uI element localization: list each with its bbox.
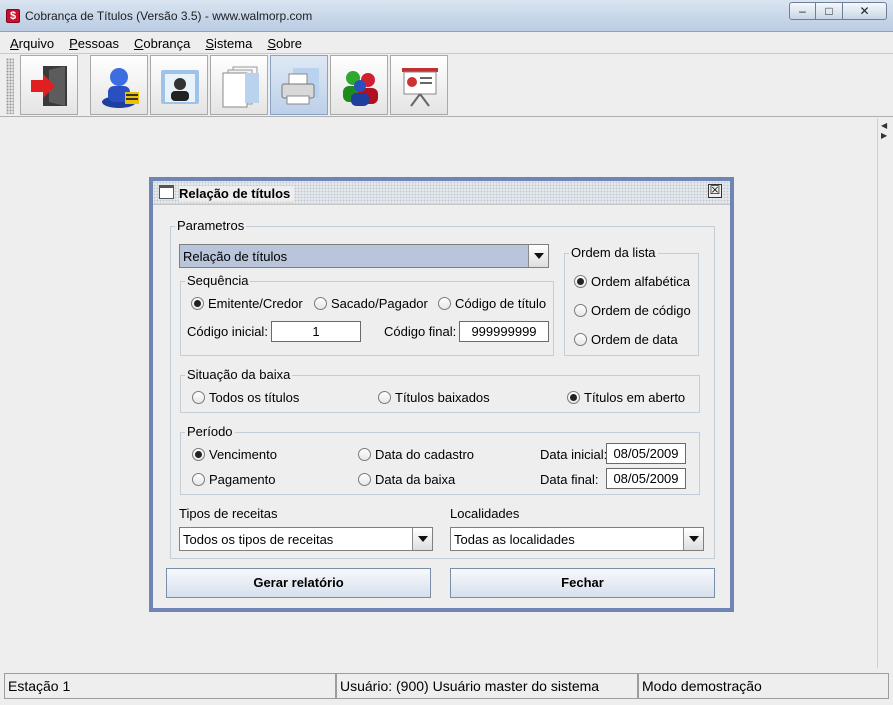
radio-ordem-codigo[interactable] xyxy=(574,304,587,317)
data-final-label: Data final: xyxy=(540,472,599,487)
exit-door-icon xyxy=(31,66,67,106)
toolbar-grip[interactable] xyxy=(6,58,14,114)
tipos-receitas-value: Todos os tipos de receitas xyxy=(183,532,334,547)
radio-todos-titulos[interactable] xyxy=(192,391,205,404)
radio-data-cadastro[interactable] xyxy=(358,448,371,461)
sequencia-legend: Sequência xyxy=(185,273,251,289)
menu-arquivo[interactable]: Arquivo xyxy=(8,36,56,51)
minimize-button[interactable]: – xyxy=(789,2,816,20)
report-type-combo[interactable]: Relação de títulos xyxy=(179,244,549,268)
sacado-button[interactable] xyxy=(150,55,208,115)
parametros-group: Parametros Relação de títulos Sequência … xyxy=(170,218,715,559)
radio-emitente-credor[interactable] xyxy=(191,297,204,310)
radio-data-cadastro-label: Data do cadastro xyxy=(375,447,475,462)
printer-icon xyxy=(281,68,319,105)
scroll-up-arrow[interactable]: ◀ xyxy=(881,122,887,130)
codigo-inicial-input[interactable]: 1 xyxy=(271,321,361,342)
menu-pessoas[interactable]: Pessoas xyxy=(67,36,121,51)
radio-data-baixa-label: Data da baixa xyxy=(375,472,456,487)
user-card-icon xyxy=(102,68,139,108)
codigo-final-label: Código final: xyxy=(384,324,457,339)
situacao-baixa-legend: Situação da baixa xyxy=(185,367,293,383)
status-estacao: Estação 1 xyxy=(4,673,336,699)
radio-ordem-alfabetica-label: Ordem alfabética xyxy=(591,274,690,289)
users-group-icon xyxy=(343,71,378,106)
radio-titulos-baixados[interactable] xyxy=(378,391,391,404)
radio-sacado-pagador-label: Sacado/Pagador xyxy=(331,296,428,311)
localidades-label: Localidades xyxy=(450,506,520,521)
toolbar xyxy=(0,53,893,117)
codigo-inicial-label: Código inicial: xyxy=(187,324,268,339)
workspace-scrollbar[interactable]: ◀ ▶ xyxy=(877,118,893,668)
window-title-bar: $ Cobrança de Títulos (Versão 3.5) - www… xyxy=(0,0,893,32)
window-icon xyxy=(159,185,174,199)
maximize-button[interactable]: □ xyxy=(816,2,843,20)
dialog-title-bar[interactable]: Relação de títulos ☒ xyxy=(153,181,730,205)
credor-button[interactable] xyxy=(90,55,148,115)
radio-titulos-aberto-label: Títulos em aberto xyxy=(584,390,686,405)
chevron-down-icon[interactable] xyxy=(412,528,432,550)
window-title: Cobrança de Títulos (Versão 3.5) - www.w… xyxy=(25,9,313,23)
data-inicial-label: Data inicial: xyxy=(540,447,608,462)
status-modo: Modo demostração xyxy=(638,673,889,699)
chevron-down-icon[interactable] xyxy=(528,245,548,267)
scroll-down-arrow[interactable]: ▶ xyxy=(881,132,887,140)
data-final-input[interactable]: 08/05/2009 xyxy=(606,468,686,489)
radio-ordem-data[interactable] xyxy=(574,333,587,346)
dialog-close-button[interactable]: ☒ xyxy=(708,184,722,198)
menu-bar: Arquivo Pessoas Cobrança Sistema Sobre xyxy=(0,33,893,53)
status-usuario: Usuário: (900) Usuário master do sistema xyxy=(336,673,638,699)
tipos-receitas-label: Tipos de receitas xyxy=(179,506,278,521)
menu-cobranca[interactable]: Cobrança xyxy=(132,36,192,51)
codigo-final-input[interactable]: 999999999 xyxy=(459,321,549,342)
menu-sistema[interactable]: Sistema xyxy=(203,36,254,51)
radio-ordem-alfabetica[interactable] xyxy=(574,275,587,288)
titulos-button[interactable] xyxy=(210,55,268,115)
ordem-lista-legend: Ordem da lista xyxy=(569,245,658,261)
situacao-baixa-group: Situação da baixa Todos os títulos Títul… xyxy=(180,367,700,413)
app-logo-icon: $ xyxy=(6,9,20,23)
periodo-group: Período Vencimento Pagamento Data do cad… xyxy=(180,424,700,495)
radio-titulos-baixados-label: Títulos baixados xyxy=(395,390,490,405)
print-button[interactable] xyxy=(270,55,328,115)
localidades-combo[interactable]: Todas as localidades xyxy=(450,527,704,551)
radio-pagamento[interactable] xyxy=(192,473,205,486)
presentation-chart-icon xyxy=(402,68,438,107)
radio-pagamento-label: Pagamento xyxy=(209,472,276,487)
radio-emitente-credor-label: Emitente/Credor xyxy=(208,296,303,311)
status-bar: Estação 1 Usuário: (900) Usuário master … xyxy=(4,673,889,699)
sequencia-group: Sequência Emitente/Credor Sacado/Pagador… xyxy=(180,273,554,356)
radio-todos-titulos-label: Todos os títulos xyxy=(209,390,300,405)
chevron-down-icon[interactable] xyxy=(683,528,703,550)
radio-vencimento-label: Vencimento xyxy=(209,447,277,462)
contacts-folder-icon xyxy=(161,70,199,104)
tipos-receitas-combo[interactable]: Todos os tipos de receitas xyxy=(179,527,433,551)
parametros-legend: Parametros xyxy=(175,218,247,234)
radio-vencimento[interactable] xyxy=(192,448,205,461)
fechar-button[interactable]: Fechar xyxy=(450,568,715,598)
radio-codigo-titulo-label: Código de título xyxy=(455,296,547,311)
presentation-button[interactable] xyxy=(390,55,448,115)
localidades-value: Todas as localidades xyxy=(454,532,575,547)
ordem-lista-group: Ordem da lista Ordem alfabética Ordem de… xyxy=(564,245,699,356)
data-inicial-input[interactable]: 08/05/2009 xyxy=(606,443,686,464)
menu-sobre[interactable]: Sobre xyxy=(265,36,304,51)
radio-codigo-titulo[interactable] xyxy=(438,297,451,310)
exit-button[interactable] xyxy=(20,55,78,115)
users-button[interactable] xyxy=(330,55,388,115)
gerar-relatorio-button[interactable]: Gerar relatório xyxy=(166,568,431,598)
periodo-legend: Período xyxy=(185,424,235,440)
radio-sacado-pagador[interactable] xyxy=(314,297,327,310)
radio-ordem-codigo-label: Ordem de código xyxy=(591,303,691,318)
report-type-value: Relação de títulos xyxy=(183,249,288,264)
radio-titulos-aberto[interactable] xyxy=(567,391,580,404)
radio-data-baixa[interactable] xyxy=(358,473,371,486)
radio-ordem-data-label: Ordem de data xyxy=(591,332,678,347)
documents-icon xyxy=(222,66,259,108)
relacao-titulos-dialog: Relação de títulos ☒ Parametros Relação … xyxy=(149,177,734,612)
window-controls: – □ ✕ xyxy=(789,2,887,20)
close-window-button[interactable]: ✕ xyxy=(843,2,887,20)
dialog-title: Relação de títulos xyxy=(179,186,295,201)
